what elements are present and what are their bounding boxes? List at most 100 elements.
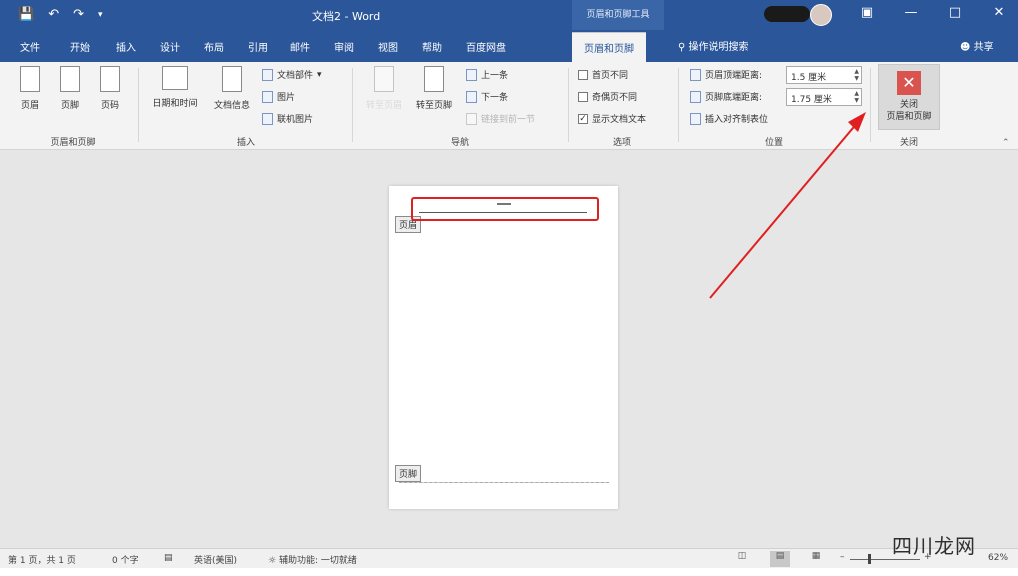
group-label-navigation: 导航 [450, 138, 469, 148]
zoom-slider-thumb[interactable] [868, 554, 871, 564]
goto-header-icon [374, 66, 394, 92]
doc-info-button[interactable]: 文档信息 [208, 66, 256, 111]
collapse-ribbon-icon[interactable]: ⌃ [1002, 138, 1010, 148]
tab-review[interactable]: 审阅 [334, 39, 354, 54]
redo-icon[interactable]: ↷ [73, 6, 84, 24]
goto-header-label: 转至页眉 [365, 101, 402, 111]
previous-label: 上一条 [481, 71, 509, 81]
undo-icon[interactable]: ↶ [48, 6, 59, 24]
bottom-strip [0, 568, 1018, 576]
watermark: 四川龙网 [892, 534, 976, 558]
link-previous-label: 链接到前一节 [481, 115, 536, 125]
tab-file[interactable]: 文件 [20, 39, 40, 54]
online-picture-button[interactable]: 联机图片 [262, 112, 313, 125]
tab-help[interactable]: 帮助 [422, 39, 442, 54]
different-first-page-checkbox[interactable]: 首页不同 [578, 68, 628, 81]
avatar[interactable] [810, 4, 832, 26]
group-separator [678, 68, 679, 142]
footer-tag: 页脚 [395, 465, 422, 482]
proofing-icon[interactable]: ▤ [164, 553, 173, 563]
alignment-tab-icon [690, 112, 701, 125]
print-layout-icon[interactable]: ▤ [770, 551, 790, 567]
close-header-footer-button[interactable]: ✕ 关闭 页眉和页脚 [878, 64, 940, 130]
page-count[interactable]: 第 1 页，共 1 页 [8, 553, 76, 566]
save-icon[interactable]: 💾 [18, 6, 34, 24]
footer-from-bottom-value: 1.75 厘米 [791, 95, 832, 105]
zoom-slider[interactable] [850, 559, 920, 560]
previous-button[interactable]: 上一条 [466, 68, 508, 81]
zoom-out-icon[interactable]: – [840, 552, 845, 562]
tab-design[interactable]: 设计 [160, 39, 180, 54]
spinner-arrows-icon[interactable]: ▲ ▼ [854, 90, 859, 104]
doc-info-label: 文档信息 [213, 101, 250, 111]
goto-header-button[interactable]: 转至页眉 [362, 66, 406, 111]
goto-footer-button[interactable]: 转至页脚 [410, 66, 458, 111]
tab-mailings[interactable]: 邮件 [290, 39, 310, 54]
online-picture-icon [262, 112, 273, 125]
header-from-top-label-group: 页眉顶端距离: [690, 68, 762, 81]
show-doc-text-checkbox[interactable]: ✓ 显示文档文本 [578, 112, 646, 125]
status-bar: 第 1 页，共 1 页 0 个字 ▤ 英语(美国) ☼ 辅助功能: 一切就绪 ◫… [0, 548, 1018, 568]
customize-qat-icon[interactable]: ▾ [98, 6, 103, 24]
maximize-icon[interactable]: □ [944, 5, 966, 20]
accessibility-status[interactable]: ☼ 辅助功能: 一切就绪 [268, 553, 357, 566]
tab-references[interactable]: 引用 [248, 39, 268, 54]
picture-button[interactable]: 图片 [262, 90, 295, 103]
header-from-top-label: 页眉顶端距离: [705, 71, 763, 81]
title-bar: 💾 ↶ ↷ ▾ 文档2 - Word 页眉和页脚工具 ▣ — □ ✕ [0, 0, 1018, 30]
tab-home[interactable]: 开始 [70, 39, 90, 54]
footer-from-bottom-spinner[interactable]: 1.75 厘米 ▲ ▼ [786, 88, 862, 106]
share-label: 共享 [973, 42, 994, 53]
group-separator [870, 68, 871, 142]
insert-alignment-tab-button[interactable]: 插入对齐制表位 [690, 112, 768, 125]
link-icon [466, 112, 477, 125]
tab-header-footer[interactable]: 页眉和页脚 [572, 32, 646, 62]
picture-icon [262, 90, 273, 103]
checkbox-icon [578, 69, 588, 80]
header-label: 页眉 [20, 101, 39, 111]
word-count[interactable]: 0 个字 [112, 553, 139, 566]
tab-baidu-netdisk[interactable]: 百度网盘 [466, 39, 506, 54]
accessibility-label: 辅助功能: 一切就绪 [278, 556, 357, 566]
doc-parts-icon [262, 68, 273, 81]
read-mode-icon[interactable]: ◫ [732, 551, 752, 567]
quick-access-toolbar: 💾 ↶ ↷ ▾ [18, 6, 103, 24]
language[interactable]: 英语(美国) [194, 553, 237, 566]
ribbon-display-options-icon[interactable]: ▣ [856, 5, 878, 20]
footer-button[interactable]: 页脚 [50, 66, 90, 111]
header-from-top-spinner[interactable]: 1.5 厘米 ▲ ▼ [786, 66, 862, 84]
group-label-close: 关闭 [899, 138, 918, 148]
minimize-icon[interactable]: — [900, 5, 922, 20]
footer-icon [60, 66, 80, 92]
tab-view[interactable]: 视图 [378, 39, 398, 54]
share-button[interactable]: ☻ 共享 [960, 38, 994, 53]
footer-from-bottom-label-group: 页脚底端距离: [690, 90, 762, 103]
account-name[interactable] [764, 6, 810, 22]
header-icon [20, 66, 40, 92]
close-label-line1: 关闭 [899, 100, 918, 110]
close-window-icon[interactable]: ✕ [988, 5, 1010, 20]
tab-layout[interactable]: 布局 [204, 39, 224, 54]
context-tab-title: 页眉和页脚工具 [572, 0, 664, 30]
doc-parts-button[interactable]: 文档部件 ▾ [262, 68, 322, 81]
document-title: 文档2 - Word [312, 10, 381, 23]
link-previous-button[interactable]: 链接到前一节 [466, 112, 535, 125]
tell-me-search[interactable]: ⚲ 操作说明搜索 [678, 38, 749, 53]
next-button[interactable]: 下一条 [466, 90, 508, 103]
web-layout-icon[interactable]: ▦ [806, 551, 826, 567]
checkmark-icon: ✓ [578, 113, 588, 124]
tab-insert[interactable]: 插入 [116, 39, 136, 54]
group-label-position: 位置 [764, 138, 783, 148]
spinner-arrows-icon[interactable]: ▲ ▼ [854, 68, 859, 82]
goto-footer-icon [424, 66, 444, 92]
next-icon [466, 90, 477, 103]
header-button[interactable]: 页眉 [10, 66, 50, 111]
zoom-level[interactable]: 62% [988, 553, 1008, 563]
document-page[interactable]: 页眉 页脚 [389, 186, 618, 509]
different-first-page-label: 首页不同 [592, 71, 629, 81]
header-position-icon [690, 68, 701, 81]
different-odd-even-checkbox[interactable]: 奇偶页不同 [578, 90, 637, 103]
date-time-button[interactable]: 日期和时间 [146, 66, 204, 109]
page-number-button[interactable]: 页码 [90, 66, 130, 111]
close-icon: ✕ [897, 71, 921, 95]
